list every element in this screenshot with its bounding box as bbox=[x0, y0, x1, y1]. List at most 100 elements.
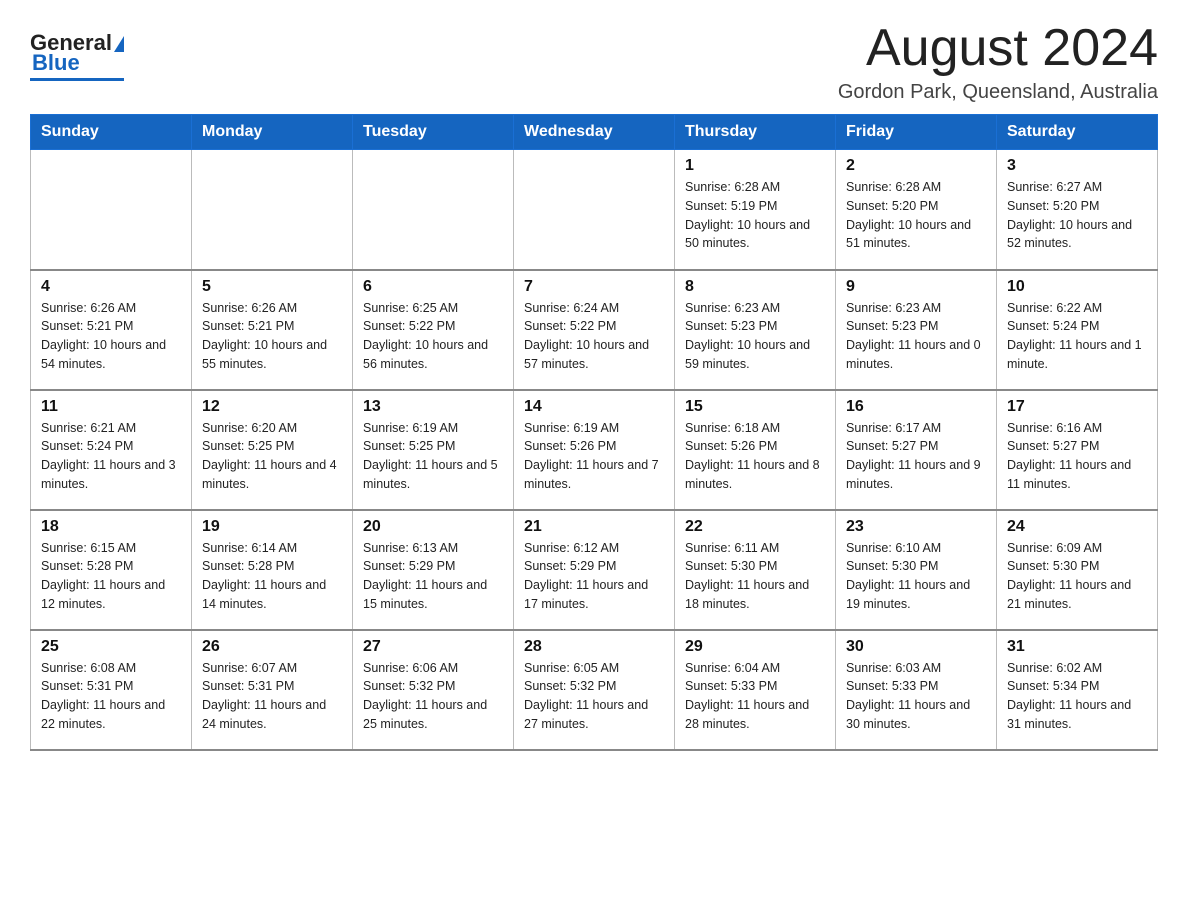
calendar-cell: 14Sunrise: 6:19 AMSunset: 5:26 PMDayligh… bbox=[514, 390, 675, 510]
day-info: Sunrise: 6:26 AMSunset: 5:21 PMDaylight:… bbox=[41, 299, 181, 374]
logo-blue-text: Blue bbox=[32, 50, 80, 75]
day-number: 26 bbox=[202, 638, 342, 656]
day-number: 22 bbox=[685, 518, 825, 536]
day-info: Sunrise: 6:19 AMSunset: 5:26 PMDaylight:… bbox=[524, 419, 664, 494]
calendar-header: Sunday Monday Tuesday Wednesday Thursday… bbox=[31, 115, 1158, 150]
calendar-cell: 12 Sunrise: 6:20 AMSunset: 5:25 PMDayligh… bbox=[192, 390, 353, 510]
day-number: 27 bbox=[363, 638, 503, 656]
col-thursday: Thursday bbox=[675, 115, 836, 150]
title-block: August 2024 Gordon Park, Queensland, Aus… bbox=[838, 20, 1158, 104]
day-info: Sunrise: 6:11 AMSunset: 5:30 PMDaylight:… bbox=[685, 539, 825, 614]
calendar-table: Sunday Monday Tuesday Wednesday Thursday… bbox=[30, 114, 1158, 751]
calendar-cell: 30Sunrise: 6:03 AMSunset: 5:33 PMDayligh… bbox=[836, 630, 997, 750]
col-tuesday: Tuesday bbox=[353, 115, 514, 150]
calendar-cell: 25 Sunrise: 6:08 AMSunset: 5:31 PMDayligh… bbox=[31, 630, 192, 750]
calendar-cell: 8 Sunrise: 6:23 AMSunset: 5:23 PMDaylight… bbox=[675, 270, 836, 390]
day-info: Sunrise: 6:13 AMSunset: 5:29 PMDaylight:… bbox=[363, 539, 503, 614]
col-wednesday: Wednesday bbox=[514, 115, 675, 150]
day-info: Sunrise: 6:22 AMSunset: 5:24 PMDaylight:… bbox=[1007, 299, 1147, 374]
day-info: Sunrise: 6:28 AMSunset: 5:20 PMDaylight:… bbox=[846, 178, 986, 253]
day-info: Sunrise: 6:12 AMSunset: 5:29 PMDaylight:… bbox=[524, 539, 664, 614]
day-number: 30 bbox=[846, 638, 986, 656]
col-saturday: Saturday bbox=[997, 115, 1158, 150]
calendar-cell: 21 Sunrise: 6:12 AMSunset: 5:29 PMDayligh… bbox=[514, 510, 675, 630]
calendar-cell: 10 Sunrise: 6:22 AMSunset: 5:24 PMDayligh… bbox=[997, 270, 1158, 390]
header-row: Sunday Monday Tuesday Wednesday Thursday… bbox=[31, 115, 1158, 150]
calendar-cell: 13Sunrise: 6:19 AMSunset: 5:25 PMDayligh… bbox=[353, 390, 514, 510]
day-info: Sunrise: 6:23 AMSunset: 5:23 PMDaylight:… bbox=[846, 299, 986, 374]
calendar-cell: 28 Sunrise: 6:05 AMSunset: 5:32 PMDayligh… bbox=[514, 630, 675, 750]
day-number: 21 bbox=[524, 518, 664, 536]
day-info: Sunrise: 6:19 AMSunset: 5:25 PMDaylight:… bbox=[363, 419, 503, 494]
day-number: 3 bbox=[1007, 157, 1147, 175]
calendar-cell bbox=[31, 150, 192, 270]
day-info: Sunrise: 6:20 AMSunset: 5:25 PMDaylight:… bbox=[202, 419, 342, 494]
calendar-cell bbox=[353, 150, 514, 270]
day-number: 17 bbox=[1007, 398, 1147, 416]
calendar-cell: 23Sunrise: 6:10 AMSunset: 5:30 PMDayligh… bbox=[836, 510, 997, 630]
day-number: 15 bbox=[685, 398, 825, 416]
day-info: Sunrise: 6:26 AMSunset: 5:21 PMDaylight:… bbox=[202, 299, 342, 374]
day-number: 12 bbox=[202, 398, 342, 416]
day-info: Sunrise: 6:15 AMSunset: 5:28 PMDaylight:… bbox=[41, 539, 181, 614]
day-number: 20 bbox=[363, 518, 503, 536]
day-info: Sunrise: 6:25 AMSunset: 5:22 PMDaylight:… bbox=[363, 299, 503, 374]
day-info: Sunrise: 6:21 AMSunset: 5:24 PMDaylight:… bbox=[41, 419, 181, 494]
day-info: Sunrise: 6:05 AMSunset: 5:32 PMDaylight:… bbox=[524, 659, 664, 734]
logo-underline bbox=[30, 78, 124, 81]
page-header: General Blue August 2024 Gordon Park, Qu… bbox=[30, 20, 1158, 104]
day-info: Sunrise: 6:24 AMSunset: 5:22 PMDaylight:… bbox=[524, 299, 664, 374]
day-number: 10 bbox=[1007, 278, 1147, 296]
calendar-cell: 20 Sunrise: 6:13 AMSunset: 5:29 PMDayligh… bbox=[353, 510, 514, 630]
day-number: 5 bbox=[202, 278, 342, 296]
calendar-week-3: 11 Sunrise: 6:21 AMSunset: 5:24 PMDayligh… bbox=[31, 390, 1158, 510]
calendar-week-4: 18 Sunrise: 6:15 AMSunset: 5:28 PMDayligh… bbox=[31, 510, 1158, 630]
day-info: Sunrise: 6:23 AMSunset: 5:23 PMDaylight:… bbox=[685, 299, 825, 374]
day-info: Sunrise: 6:17 AMSunset: 5:27 PMDaylight:… bbox=[846, 419, 986, 494]
day-info: Sunrise: 6:09 AMSunset: 5:30 PMDaylight:… bbox=[1007, 539, 1147, 614]
day-number: 28 bbox=[524, 638, 664, 656]
day-number: 31 bbox=[1007, 638, 1147, 656]
day-number: 18 bbox=[41, 518, 181, 536]
day-number: 19 bbox=[202, 518, 342, 536]
day-number: 29 bbox=[685, 638, 825, 656]
day-number: 2 bbox=[846, 157, 986, 175]
day-number: 24 bbox=[1007, 518, 1147, 536]
calendar-cell: 17 Sunrise: 6:16 AMSunset: 5:27 PMDayligh… bbox=[997, 390, 1158, 510]
calendar-cell: 1Sunrise: 6:28 AMSunset: 5:19 PMDaylight… bbox=[675, 150, 836, 270]
calendar-week-5: 25 Sunrise: 6:08 AMSunset: 5:31 PMDayligh… bbox=[31, 630, 1158, 750]
logo-triangle-icon bbox=[114, 36, 124, 52]
day-number: 25 bbox=[41, 638, 181, 656]
calendar-cell bbox=[514, 150, 675, 270]
calendar-cell: 7Sunrise: 6:24 AMSunset: 5:22 PMDaylight… bbox=[514, 270, 675, 390]
day-info: Sunrise: 6:07 AMSunset: 5:31 PMDaylight:… bbox=[202, 659, 342, 734]
day-number: 11 bbox=[41, 398, 181, 416]
day-info: Sunrise: 6:18 AMSunset: 5:26 PMDaylight:… bbox=[685, 419, 825, 494]
day-info: Sunrise: 6:04 AMSunset: 5:33 PMDaylight:… bbox=[685, 659, 825, 734]
calendar-cell: 5 Sunrise: 6:26 AMSunset: 5:21 PMDaylight… bbox=[192, 270, 353, 390]
day-number: 6 bbox=[363, 278, 503, 296]
day-info: Sunrise: 6:08 AMSunset: 5:31 PMDaylight:… bbox=[41, 659, 181, 734]
day-number: 9 bbox=[846, 278, 986, 296]
day-info: Sunrise: 6:06 AMSunset: 5:32 PMDaylight:… bbox=[363, 659, 503, 734]
calendar-cell: 29 Sunrise: 6:04 AMSunset: 5:33 PMDayligh… bbox=[675, 630, 836, 750]
day-info: Sunrise: 6:27 AMSunset: 5:20 PMDaylight:… bbox=[1007, 178, 1147, 253]
calendar-cell: 24 Sunrise: 6:09 AMSunset: 5:30 PMDayligh… bbox=[997, 510, 1158, 630]
month-title: August 2024 bbox=[838, 20, 1158, 77]
calendar-cell: 16Sunrise: 6:17 AMSunset: 5:27 PMDayligh… bbox=[836, 390, 997, 510]
calendar-cell: 11 Sunrise: 6:21 AMSunset: 5:24 PMDayligh… bbox=[31, 390, 192, 510]
calendar-cell: 15 Sunrise: 6:18 AMSunset: 5:26 PMDayligh… bbox=[675, 390, 836, 510]
calendar-cell: 6 Sunrise: 6:25 AMSunset: 5:22 PMDaylight… bbox=[353, 270, 514, 390]
calendar-cell: 18 Sunrise: 6:15 AMSunset: 5:28 PMDayligh… bbox=[31, 510, 192, 630]
day-number: 4 bbox=[41, 278, 181, 296]
calendar-cell: 3 Sunrise: 6:27 AMSunset: 5:20 PMDaylight… bbox=[997, 150, 1158, 270]
location-subtitle: Gordon Park, Queensland, Australia bbox=[838, 81, 1158, 104]
day-info: Sunrise: 6:16 AMSunset: 5:27 PMDaylight:… bbox=[1007, 419, 1147, 494]
calendar-cell: 19Sunrise: 6:14 AMSunset: 5:28 PMDayligh… bbox=[192, 510, 353, 630]
calendar-cell: 27 Sunrise: 6:06 AMSunset: 5:32 PMDayligh… bbox=[353, 630, 514, 750]
day-number: 8 bbox=[685, 278, 825, 296]
logo: General Blue bbox=[30, 30, 124, 81]
calendar-cell: 4 Sunrise: 6:26 AMSunset: 5:21 PMDaylight… bbox=[31, 270, 192, 390]
day-info: Sunrise: 6:02 AMSunset: 5:34 PMDaylight:… bbox=[1007, 659, 1147, 734]
calendar-week-2: 4 Sunrise: 6:26 AMSunset: 5:21 PMDaylight… bbox=[31, 270, 1158, 390]
